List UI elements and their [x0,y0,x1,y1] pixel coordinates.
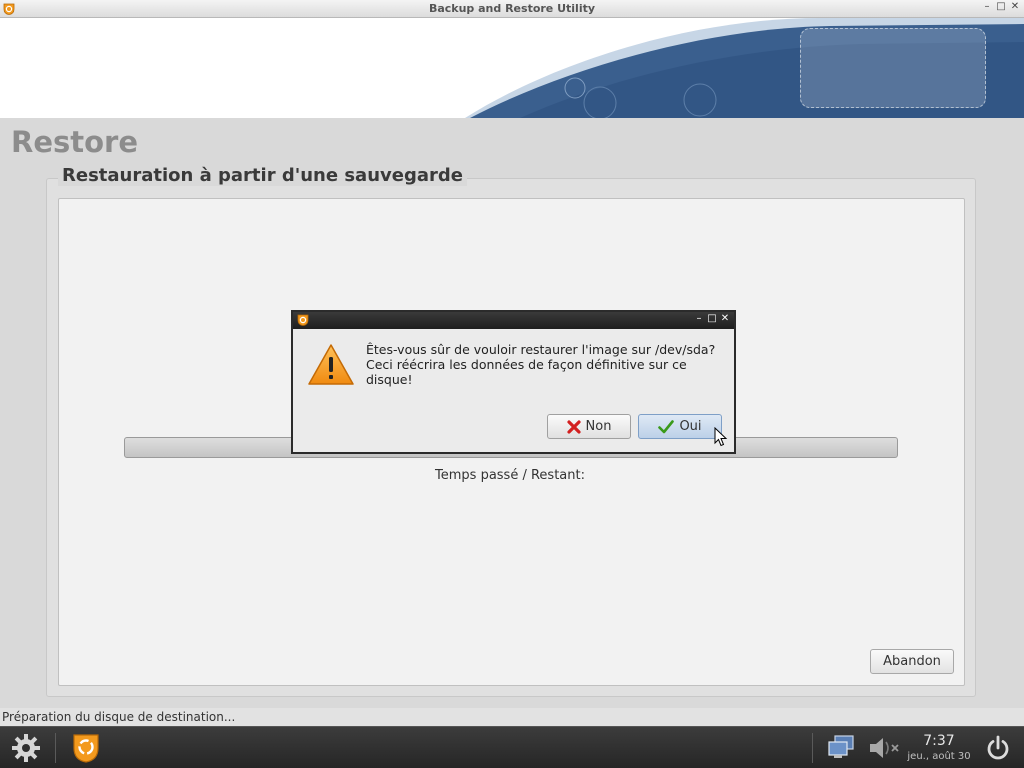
settings-icon[interactable] [10,732,42,764]
warning-icon [308,344,354,385]
window-title: Backup and Restore Utility [428,2,596,15]
clock-time[interactable]: 7:37 [904,733,974,749]
mouse-cursor-icon [714,427,728,447]
checkmark-icon [658,419,675,433]
redo-app-icon[interactable] [72,733,100,763]
status-bar: Préparation du disque de destination... [0,708,1024,726]
maximize-icon[interactable]: □ [996,1,1006,12]
dialog-message: Êtes-vous sûr de vouloir restaurer l'ima… [366,342,734,387]
redo-logo-placeholder [800,28,986,108]
no-button-label: Non [585,419,612,434]
close-icon[interactable]: ✕ [720,313,730,324]
taskbar-separator [812,733,813,763]
time-elapsed-label: Temps passé / Restant: [435,468,585,483]
yes-button-label: Oui [679,419,702,434]
yes-button[interactable]: Oui [638,414,722,439]
dialog-titlebar: – □ ✕ [293,312,734,329]
page-title: Restore [11,125,139,159]
power-icon[interactable] [985,735,1011,761]
network-icon[interactable] [826,734,856,760]
dialog-message-line1: Êtes-vous sûr de vouloir restaurer l'ima… [366,342,716,357]
close-icon[interactable]: ✕ [1010,1,1020,12]
taskbar-separator [55,733,56,763]
cancel-x-icon [566,419,581,434]
taskbar: 7:37 jeu., août 30 [0,726,1024,768]
clock-date[interactable]: jeu., août 30 [904,751,974,762]
minimize-icon[interactable]: – [694,313,704,324]
section-title: Restauration à partir d'une sauvegarde [58,165,467,186]
header-banner [0,18,1024,118]
redo-app-icon [297,314,309,326]
confirm-dialog: – □ ✕ Êtes-vous sûr de vouloir restaurer… [291,310,736,454]
no-button[interactable]: Non [547,414,631,439]
minimize-icon[interactable]: – [982,1,992,12]
abort-button[interactable]: Abandon [870,649,954,674]
volume-muted-icon[interactable] [868,736,902,760]
maximize-icon[interactable]: □ [707,313,717,324]
window-controls: – □ ✕ [982,1,1020,12]
dialog-window-controls: – □ ✕ [694,313,730,324]
dialog-message-line2: Ceci réécrira les données de façon défin… [366,357,687,387]
window-titlebar: Backup and Restore Utility – □ ✕ [0,0,1024,18]
